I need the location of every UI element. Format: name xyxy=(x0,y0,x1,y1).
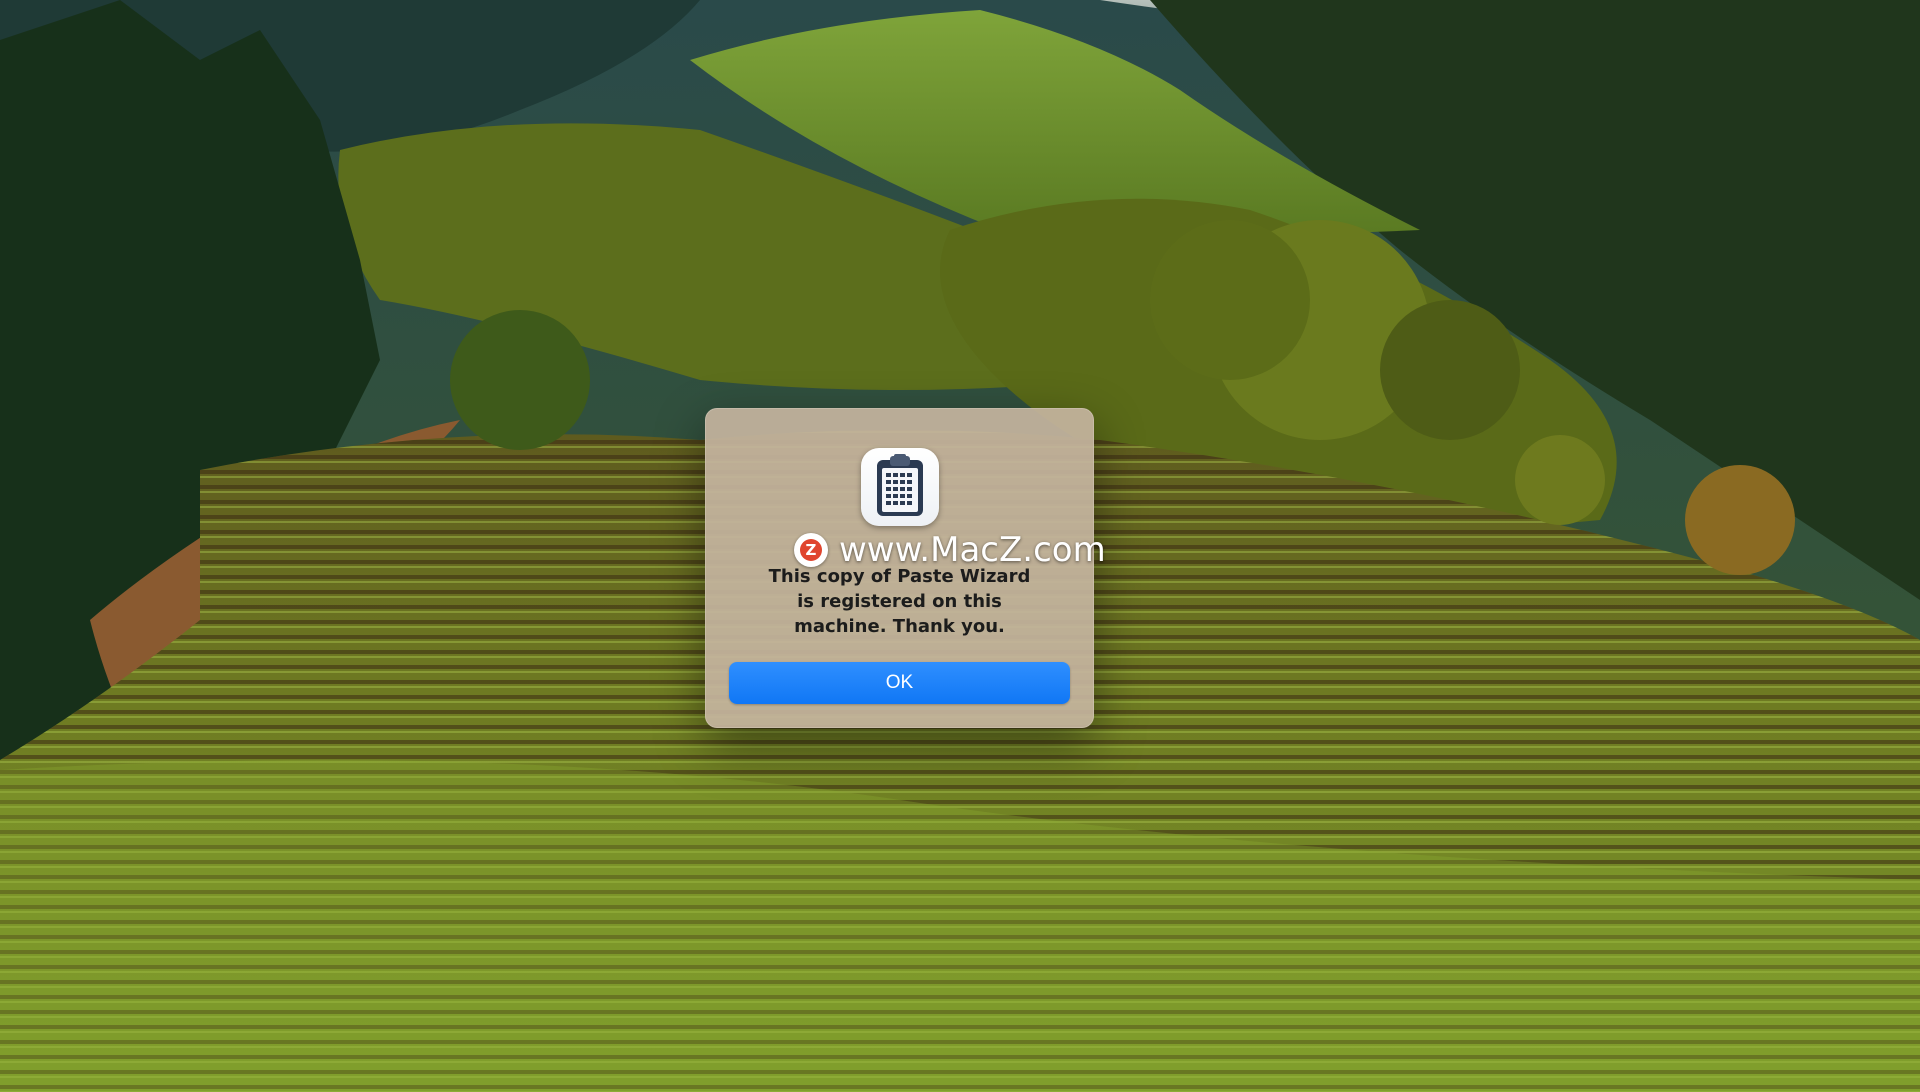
alert-dialog: Z www.MacZ.com This copy of Paste Wizard… xyxy=(705,408,1106,728)
watermark-logo-letter: Z xyxy=(800,539,822,561)
alert-message: This copy of Paste Wizard is registered … xyxy=(768,566,1031,637)
desktop: Z www.MacZ.com This copy of Paste Wizard… xyxy=(0,0,1920,1092)
ok-button[interactable]: OK xyxy=(729,662,1070,704)
clipboard-icon xyxy=(861,448,939,526)
watermark-logo-icon: Z xyxy=(794,533,828,567)
